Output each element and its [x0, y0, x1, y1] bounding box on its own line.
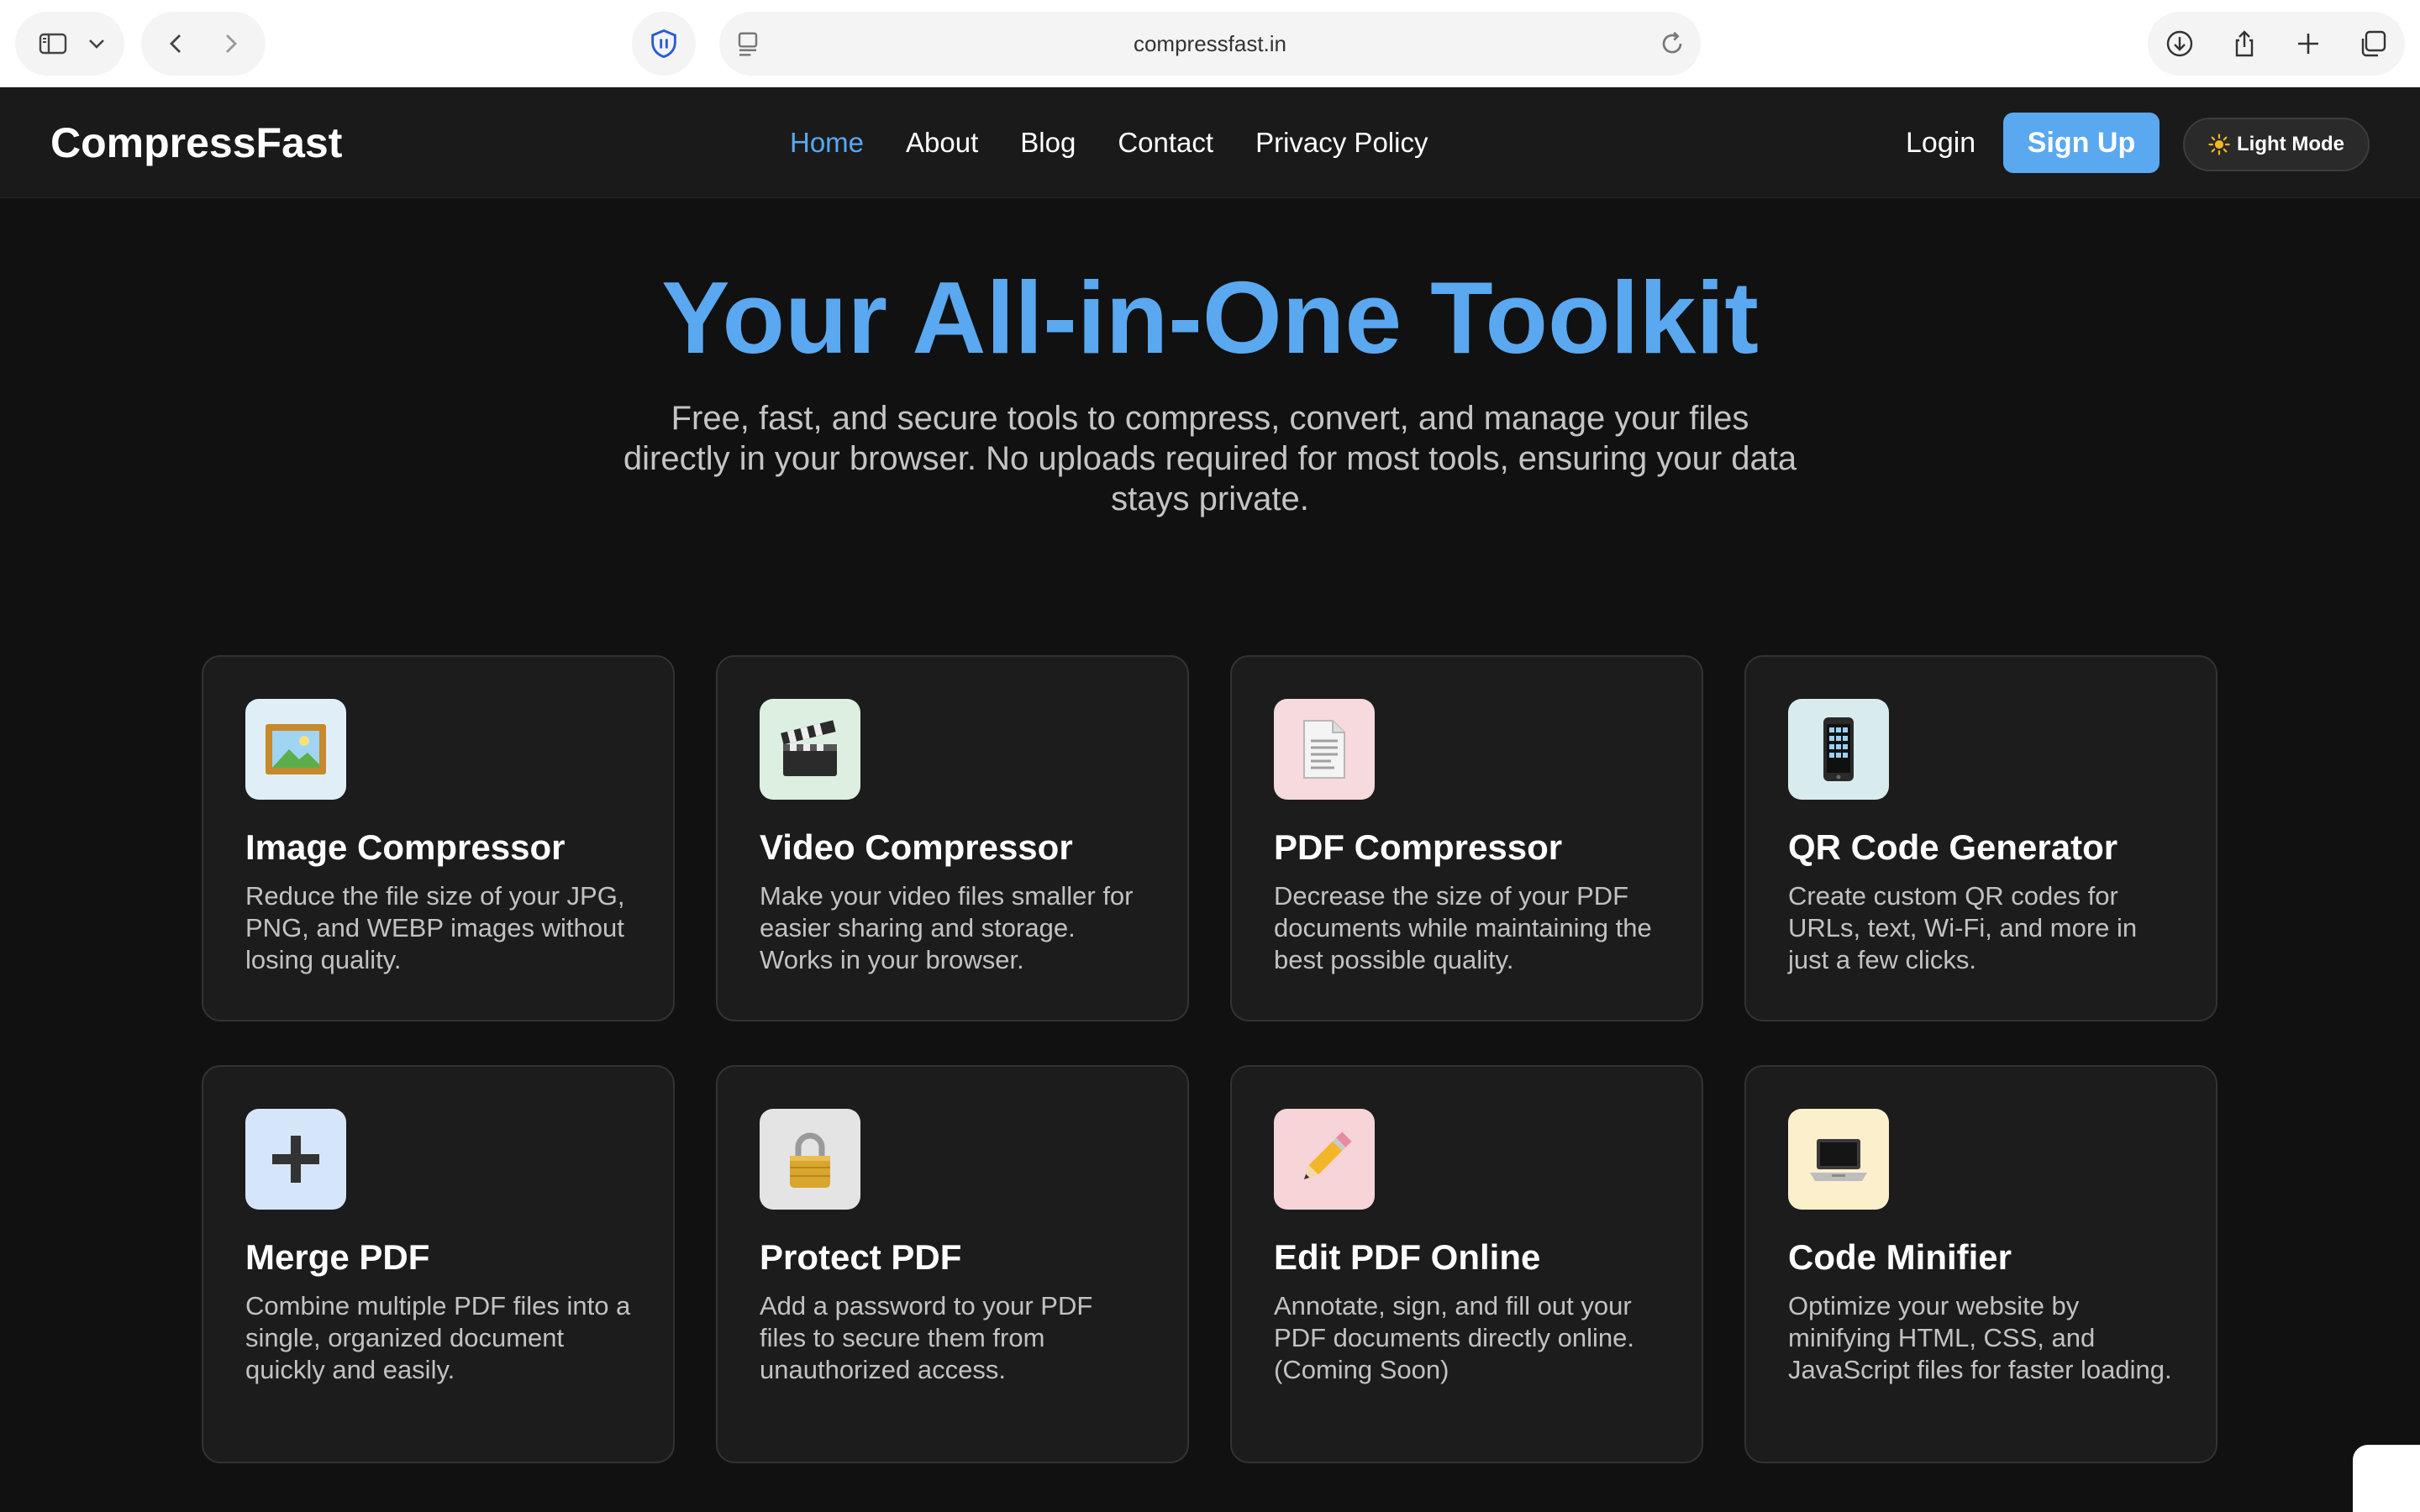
tool-description: Add a password to your PDF files to secu… — [760, 1291, 1093, 1384]
hero-title: Your All-in-One Toolkit — [661, 260, 1759, 375]
clapperboard-icon — [760, 699, 860, 800]
tool-card-edit-pdf-online[interactable]: Edit PDF Online Annotate, sign, and fill… — [1230, 1065, 1703, 1463]
plus-icon — [245, 1109, 346, 1210]
tool-title: PDF Compressor — [1274, 827, 1563, 867]
site-logo[interactable]: CompressFast — [50, 87, 342, 198]
nav-blog[interactable]: Blog — [1020, 127, 1076, 159]
sidebar-toggle-group[interactable] — [15, 12, 124, 76]
sun-icon — [2208, 134, 2230, 155]
floating-panel-edge — [2353, 1445, 2420, 1512]
pencil-icon — [1274, 1109, 1375, 1210]
theme-toggle-label: Light Mode — [2237, 133, 2344, 155]
tool-description: Annotate, sign, and fill out your PDF do… — [1274, 1291, 1635, 1384]
back-icon[interactable] — [150, 17, 203, 71]
tool-description: Make your video files smaller for easier… — [760, 881, 1134, 974]
tab-overview-icon[interactable] — [2346, 17, 2400, 71]
download-icon[interactable] — [2153, 17, 2207, 71]
tool-title: Protect PDF — [760, 1237, 962, 1277]
nav-privacy-policy[interactable]: Privacy Policy — [1255, 127, 1428, 159]
sidebar-icon[interactable] — [26, 17, 80, 71]
main-nav: Home About Blog Contact Privacy Policy — [790, 87, 1428, 198]
tool-card-pdf-compressor[interactable]: PDF Compressor Decrease the size of your… — [1230, 655, 1703, 1021]
tool-card-video-compressor[interactable]: Video Compressor Make your video files s… — [716, 655, 1189, 1021]
login-link[interactable]: Login — [1906, 87, 1975, 198]
browser-toolbar: compressfast.in — [0, 0, 2420, 87]
sign-up-button[interactable]: Sign Up — [2003, 113, 2160, 173]
tool-title: Image Compressor — [245, 827, 566, 867]
tool-title: QR Code Generator — [1788, 827, 2118, 867]
tool-card-qr-code-generator[interactable]: QR Code Generator Create custom QR codes… — [1744, 655, 2217, 1021]
share-icon[interactable] — [2217, 17, 2271, 71]
address-bar[interactable]: compressfast.in — [719, 12, 1701, 76]
nav-home[interactable]: Home — [790, 127, 864, 159]
nav-about[interactable]: About — [906, 127, 978, 159]
tool-description: Decrease the size of your PDF documents … — [1274, 881, 1652, 974]
tool-title: Video Compressor — [760, 827, 1073, 867]
tool-card-protect-pdf[interactable]: Protect PDF Add a password to your PDF f… — [716, 1065, 1189, 1463]
tool-title: Code Minifier — [1788, 1237, 2012, 1277]
mobile-phone-icon — [1788, 699, 1889, 800]
laptop-icon — [1788, 1109, 1889, 1210]
hero-subtitle: Free, fast, and secure tools to compress… — [623, 400, 1797, 517]
history-nav-group — [141, 12, 266, 76]
forward-icon[interactable] — [203, 17, 257, 71]
padlock-icon — [760, 1109, 860, 1210]
tools-grid: Image Compressor Reduce the file size of… — [202, 655, 2218, 1463]
tool-description: Combine multiple PDF files into a single… — [245, 1291, 631, 1384]
tool-card-code-minifier[interactable]: Code Minifier Optimize your website by m… — [1744, 1065, 2217, 1463]
new-tab-icon[interactable] — [2281, 17, 2335, 71]
reload-icon[interactable] — [1655, 27, 1689, 60]
chevron-down-icon[interactable] — [80, 17, 113, 71]
nav-contact[interactable]: Contact — [1118, 127, 1213, 159]
tool-description: Reduce the file size of your JPG, PNG, a… — [245, 881, 625, 974]
document-icon — [1274, 699, 1375, 800]
tool-description: Create custom QR codes for URLs, text, W… — [1788, 881, 2138, 974]
theme-toggle-button[interactable]: Light Mode — [2183, 118, 2370, 171]
shield-extension-icon[interactable] — [632, 12, 696, 76]
tool-description: Optimize your website by minifying HTML,… — [1788, 1291, 2172, 1384]
url-text: compressfast.in — [1133, 31, 1287, 56]
tool-title: Merge PDF — [245, 1237, 430, 1277]
tool-card-image-compressor[interactable]: Image Compressor Reduce the file size of… — [202, 655, 675, 1021]
tool-title: Edit PDF Online — [1274, 1237, 1541, 1277]
framed-picture-icon — [245, 699, 346, 800]
tool-card-merge-pdf[interactable]: Merge PDF Combine multiple PDF files int… — [202, 1065, 675, 1463]
site-header: CompressFast Home About Blog Contact Pri… — [0, 87, 2420, 198]
browser-actions — [2148, 12, 2405, 76]
